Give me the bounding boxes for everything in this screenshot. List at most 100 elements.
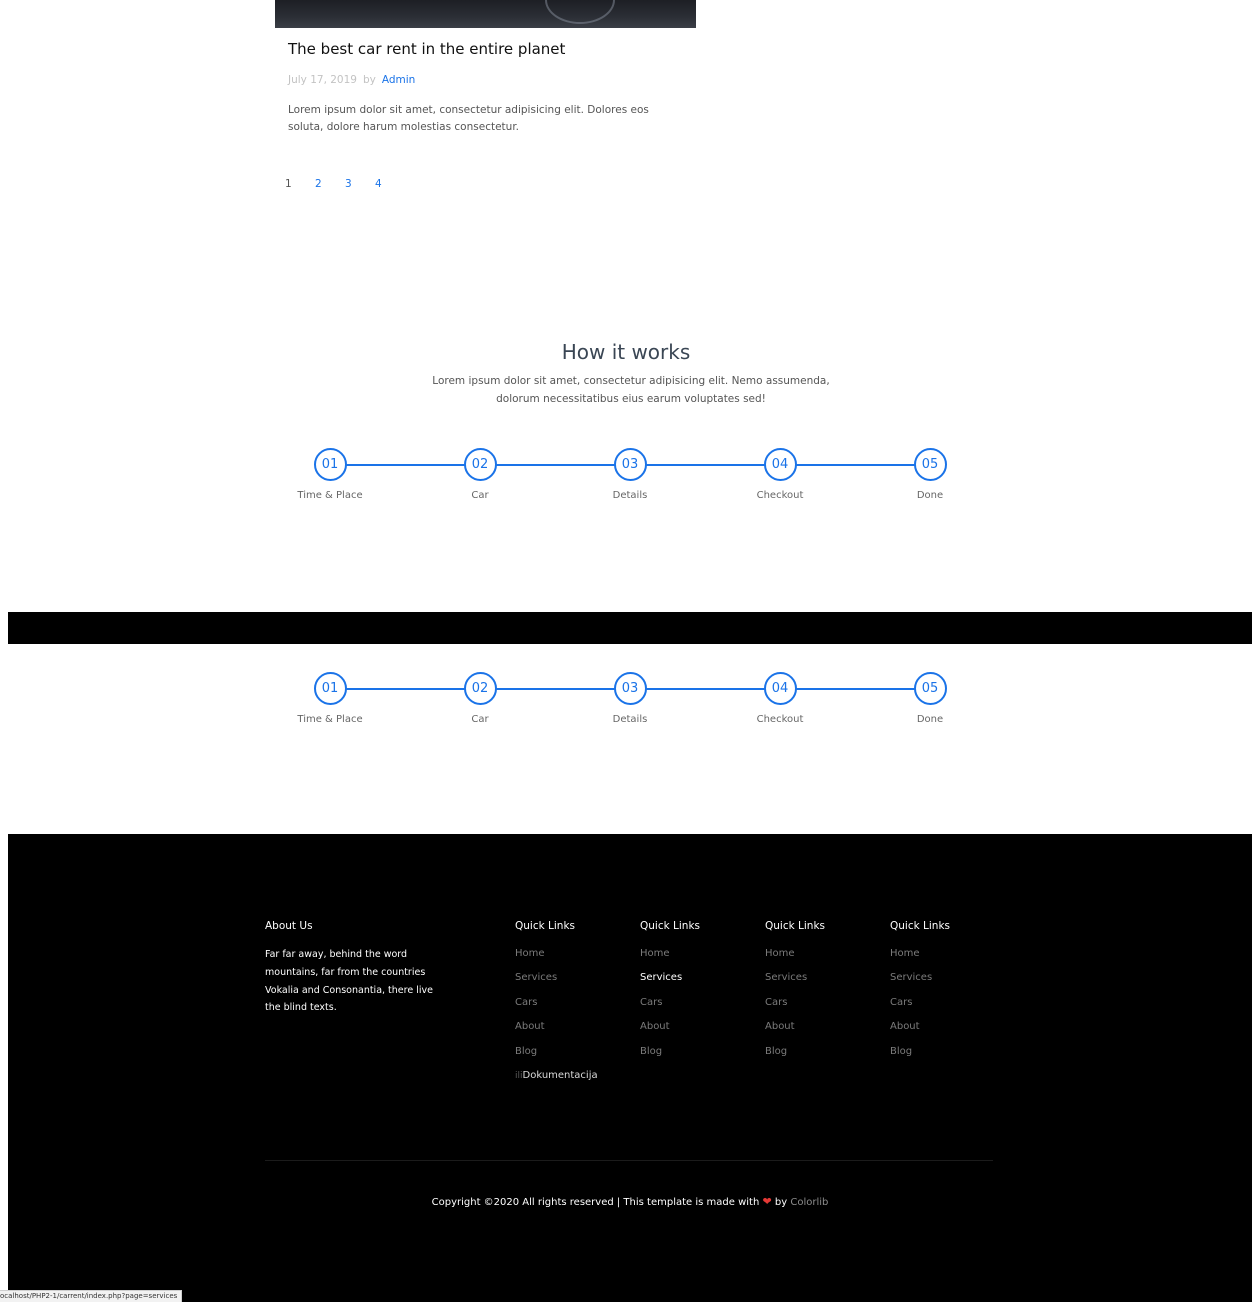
footer-links-list: Home Services Cars About Blog iliDokumen… bbox=[515, 946, 635, 1092]
list-item: Services bbox=[640, 970, 760, 994]
post-date[interactable]: July 17, 2019 bbox=[288, 74, 357, 86]
step-checkout: 04 Checkout bbox=[735, 448, 825, 501]
step-label: Time & Place bbox=[297, 490, 363, 501]
step-label: Checkout bbox=[756, 490, 804, 501]
step-number-circle: 02 bbox=[463, 448, 497, 481]
page-link-2[interactable]: 2 bbox=[315, 178, 345, 190]
step-number-circle: 03 bbox=[613, 448, 647, 481]
page-link-3[interactable]: 3 bbox=[345, 178, 375, 190]
footer-link-cars[interactable]: Cars bbox=[640, 997, 662, 1008]
footer-quick-links-3: Quick Links Home Services Cars About Blo… bbox=[765, 920, 885, 1068]
footer-link-home[interactable]: Home bbox=[515, 948, 545, 959]
step-label: Done bbox=[916, 714, 944, 725]
footer-quick-links-1: Quick Links Home Services Cars About Blo… bbox=[515, 920, 635, 1092]
car-wheel-graphic bbox=[545, 0, 615, 24]
footer-column-title: Quick Links bbox=[890, 920, 951, 932]
footer-link-about[interactable]: About bbox=[890, 1021, 920, 1032]
footer-links-list: Home Services Cars About Blog bbox=[765, 946, 885, 1068]
status-bar-url: ocalhost/PHP2-1/carrent/index.php?page=s… bbox=[0, 1290, 183, 1302]
step-time-place: 01 Time & Place bbox=[285, 672, 375, 725]
footer-link-dokumentacija[interactable]: Dokumentacija bbox=[523, 1070, 598, 1081]
footer-link-blog[interactable]: Blog bbox=[640, 1046, 662, 1057]
site-footer: About Us Far far away, behind the word m… bbox=[8, 834, 1252, 1302]
black-divider-band bbox=[8, 612, 1252, 644]
footer-link-services[interactable]: Services bbox=[640, 972, 682, 983]
post-title[interactable]: The best car rent in the entire planet bbox=[288, 40, 565, 58]
page-link-1[interactable]: 1 bbox=[285, 178, 315, 190]
footer-link-about[interactable]: About bbox=[765, 1021, 795, 1032]
list-item: Cars bbox=[890, 995, 1010, 1019]
footer-link-home[interactable]: Home bbox=[765, 948, 795, 959]
list-item: Cars bbox=[765, 995, 885, 1019]
footer-links-list: Home Services Cars About Blog bbox=[640, 946, 760, 1068]
step-car: 02 Car bbox=[435, 448, 525, 501]
footer-links-list: Home Services Cars About Blog bbox=[890, 946, 1010, 1068]
pagination: 1 2 3 4 bbox=[285, 178, 405, 190]
step-number-circle: 03 bbox=[613, 672, 647, 705]
steps-timeline: 01 Time & Place 02 Car 03 Details 04 Che… bbox=[297, 672, 960, 728]
step-label: Details bbox=[612, 490, 648, 501]
step-car: 02 Car bbox=[435, 672, 525, 725]
list-item: About bbox=[890, 1019, 1010, 1043]
footer-about-title: About Us bbox=[265, 920, 313, 932]
list-item: Blog bbox=[515, 1044, 635, 1068]
list-item: Services bbox=[765, 970, 885, 994]
step-number-circle: 02 bbox=[463, 672, 497, 705]
footer-column-title: Quick Links bbox=[515, 920, 576, 932]
list-item: Home bbox=[765, 946, 885, 970]
list-item: Cars bbox=[640, 995, 760, 1019]
footer-link-cars[interactable]: Cars bbox=[765, 997, 787, 1008]
step-label: Time & Place bbox=[297, 714, 363, 725]
step-done: 05 Done bbox=[885, 672, 975, 725]
step-number-circle: 04 bbox=[763, 448, 797, 481]
footer-link-blog[interactable]: Blog bbox=[765, 1046, 787, 1057]
step-label: Details bbox=[612, 714, 648, 725]
step-label: Done bbox=[916, 490, 944, 501]
footer-link-about[interactable]: About bbox=[515, 1021, 545, 1032]
post-meta: July 17, 2019 by Admin bbox=[288, 74, 415, 86]
footer-link-home[interactable]: Home bbox=[640, 948, 670, 959]
footer-quick-links-4: Quick Links Home Services Cars About Blo… bbox=[890, 920, 1010, 1068]
how-it-works-subtitle: Lorem ipsum dolor sit amet, consectetur … bbox=[432, 375, 830, 405]
list-item: Services bbox=[515, 970, 635, 994]
footer-link-cars[interactable]: Cars bbox=[515, 997, 537, 1008]
list-item: iliDokumentacija bbox=[515, 1068, 635, 1092]
footer-link-about[interactable]: About bbox=[640, 1021, 670, 1032]
step-label: Car bbox=[471, 490, 489, 501]
list-item: Blog bbox=[890, 1044, 1010, 1068]
step-checkout: 04 Checkout bbox=[735, 672, 825, 725]
doc-prefix-mark: ili bbox=[515, 1070, 523, 1081]
step-number-circle: 05 bbox=[913, 448, 947, 481]
list-item: About bbox=[765, 1019, 885, 1043]
step-number-circle: 01 bbox=[313, 672, 347, 705]
post-image[interactable] bbox=[275, 0, 696, 28]
footer-link-services[interactable]: Services bbox=[765, 972, 807, 983]
post-excerpt: Lorem ipsum dolor sit amet, consectetur … bbox=[288, 104, 649, 133]
footer-link-blog[interactable]: Blog bbox=[890, 1046, 912, 1057]
step-details: 03 Details bbox=[585, 672, 675, 725]
footer-link-services[interactable]: Services bbox=[890, 972, 932, 983]
copyright-by: by bbox=[774, 1197, 788, 1208]
post-author-link[interactable]: Admin bbox=[382, 74, 415, 86]
list-item: Home bbox=[890, 946, 1010, 970]
colorlib-link[interactable]: Colorlib bbox=[790, 1197, 828, 1208]
step-label: Checkout bbox=[756, 714, 804, 725]
list-item: Services bbox=[890, 970, 1010, 994]
footer-link-cars[interactable]: Cars bbox=[890, 997, 912, 1008]
how-it-works-title: How it works bbox=[561, 340, 691, 364]
step-done: 05 Done bbox=[885, 448, 975, 501]
footer-column-title: Quick Links bbox=[640, 920, 701, 932]
page-link-4[interactable]: 4 bbox=[375, 178, 405, 190]
step-label: Car bbox=[471, 714, 489, 725]
copyright-text: Copyright ©2020 All rights reserved | Th… bbox=[8, 1195, 1252, 1208]
list-item: About bbox=[640, 1019, 760, 1043]
footer-link-home[interactable]: Home bbox=[890, 948, 920, 959]
list-item: About bbox=[515, 1019, 635, 1043]
step-number-circle: 05 bbox=[913, 672, 947, 705]
list-item: Home bbox=[640, 946, 760, 970]
footer-link-blog[interactable]: Blog bbox=[515, 1046, 537, 1057]
footer-link-services[interactable]: Services bbox=[515, 972, 557, 983]
step-time-place: 01 Time & Place bbox=[285, 448, 375, 501]
footer-divider bbox=[265, 1160, 993, 1161]
footer-about-text: Far far away, behind the word mountains,… bbox=[265, 949, 433, 1014]
